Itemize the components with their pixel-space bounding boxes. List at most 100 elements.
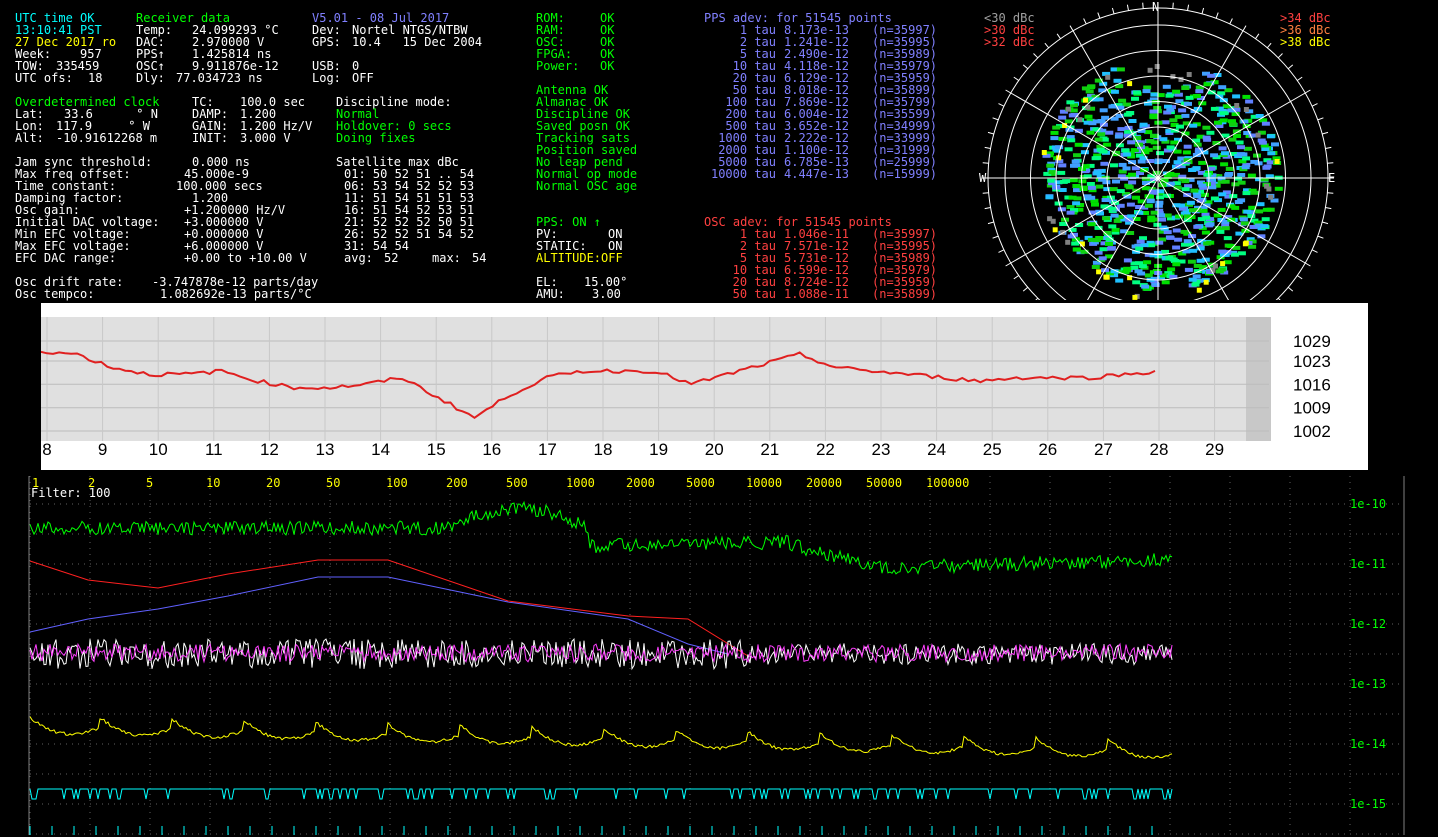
pressure-x-label: 17 xyxy=(538,440,557,459)
signal-cell xyxy=(1181,242,1189,247)
signal-cell xyxy=(1183,239,1192,244)
signal-cell xyxy=(1128,119,1137,123)
signal-cell xyxy=(1123,266,1132,271)
signal-cell xyxy=(1127,81,1133,87)
yellow-trace xyxy=(29,716,1173,759)
signal-cell xyxy=(1161,249,1169,254)
pressure-x-label: 20 xyxy=(705,440,724,459)
log-value: OFF xyxy=(352,71,374,85)
signal-cell xyxy=(1172,89,1181,94)
signal-cell xyxy=(1085,89,1094,94)
signal-cell xyxy=(1121,148,1130,153)
signal-cell xyxy=(1084,114,1093,119)
signal-cell xyxy=(1083,97,1088,103)
signal-cell xyxy=(1132,280,1141,285)
polar-tick xyxy=(998,249,1005,253)
signal-cell xyxy=(1093,238,1101,243)
signal-cell xyxy=(1166,235,1175,240)
signal-cell xyxy=(1127,140,1136,145)
signal-cell xyxy=(1193,94,1201,98)
signal-cell xyxy=(1069,178,1078,183)
signal-cell xyxy=(1132,294,1138,300)
pressure-x-label: 15 xyxy=(427,440,446,459)
signal-cell xyxy=(1116,189,1125,194)
pressure-x-label: 25 xyxy=(983,440,1002,459)
adev-n: (n=35899) xyxy=(872,287,938,301)
pressure-plot-edge xyxy=(1246,317,1271,441)
signal-cell xyxy=(1068,195,1077,200)
signal-cell xyxy=(1057,170,1066,175)
signal-cell xyxy=(1146,139,1155,144)
polar-tick xyxy=(984,146,991,149)
pressure-y-label: 1023 xyxy=(1293,352,1331,371)
signal-cell xyxy=(1142,89,1151,94)
signal-cell xyxy=(1184,101,1192,106)
signal-cell xyxy=(1242,191,1251,196)
signal-cell xyxy=(1066,210,1075,215)
signal-cell xyxy=(1156,189,1165,194)
signal-cell xyxy=(1262,165,1271,170)
signal-cell xyxy=(1101,115,1110,120)
signal-cell xyxy=(1181,179,1190,184)
signal-cell xyxy=(1087,84,1096,89)
signal-cell xyxy=(1110,213,1119,218)
signal-cell xyxy=(1150,210,1159,215)
pressure-x-label: 12 xyxy=(260,440,279,459)
signal-cell xyxy=(1047,178,1056,183)
signal-cell xyxy=(1087,185,1096,190)
signal-cell xyxy=(1250,190,1259,195)
pressure-x-label: 13 xyxy=(316,440,335,459)
polar-tick xyxy=(1097,12,1101,19)
polar-tick xyxy=(1304,262,1311,267)
decade-label: 1e-12 xyxy=(1350,617,1386,631)
signal-cell xyxy=(1266,186,1272,192)
signal-cell xyxy=(1165,255,1174,260)
tau-label: 50 xyxy=(326,476,340,490)
signal-cell xyxy=(1182,150,1191,155)
legend-right-item: >38 dBc xyxy=(1280,35,1331,49)
polar-tick xyxy=(1201,7,1205,14)
tau-label: 500 xyxy=(506,476,528,490)
polar-tick xyxy=(1013,275,1019,280)
signal-cell xyxy=(1135,246,1144,251)
signal-cell xyxy=(1231,205,1240,210)
signal-cell xyxy=(1105,130,1114,135)
polar-tick xyxy=(1277,297,1283,303)
polar-tick xyxy=(992,117,999,121)
signal-cell xyxy=(1176,124,1184,129)
signal-cell xyxy=(1218,192,1227,197)
pressure-x-label: 26 xyxy=(1038,440,1057,459)
pressure-x-label: 11 xyxy=(205,440,223,459)
signal-cell xyxy=(1193,224,1202,229)
signal-cell xyxy=(1108,206,1117,211)
signal-cell xyxy=(1243,107,1249,112)
signal-cell xyxy=(1118,98,1127,103)
tempco-value: 1.082692e-13 parts/°C xyxy=(160,287,312,301)
signal-cell xyxy=(1187,259,1196,264)
signal-cell xyxy=(1158,217,1167,222)
signal-cell xyxy=(1235,140,1244,145)
signal-cell xyxy=(1210,196,1219,201)
decade-label: 1e-14 xyxy=(1350,737,1386,751)
signal-cell xyxy=(1096,269,1102,275)
polar-tick xyxy=(1325,146,1332,149)
polar-tick xyxy=(982,192,989,194)
signal-cell xyxy=(1180,229,1189,234)
signal-cell xyxy=(1071,241,1080,246)
signal-cell xyxy=(1203,82,1212,87)
signal-cell xyxy=(1201,230,1210,235)
pressure-chart: 1029 1023 1016 1009 1002 8 9 10 11 12 13 14 15 16 17 18… xyxy=(40,303,1368,470)
signal-cell xyxy=(1115,278,1124,283)
signal-cell xyxy=(1093,170,1102,175)
legend-left-item: >32 dBc xyxy=(984,35,1035,49)
signal-cell xyxy=(1146,198,1155,203)
polar-tick xyxy=(1327,192,1334,194)
signal-cell xyxy=(1133,90,1141,95)
param-value: +0.00 to +10.00 V xyxy=(184,251,307,265)
signal-cell xyxy=(1064,147,1073,152)
signal-cell xyxy=(1225,166,1234,171)
signal-cell xyxy=(1181,187,1190,192)
polar-tick xyxy=(1044,42,1050,49)
compass-north: N xyxy=(1152,0,1160,14)
signal-cell xyxy=(1255,132,1261,138)
